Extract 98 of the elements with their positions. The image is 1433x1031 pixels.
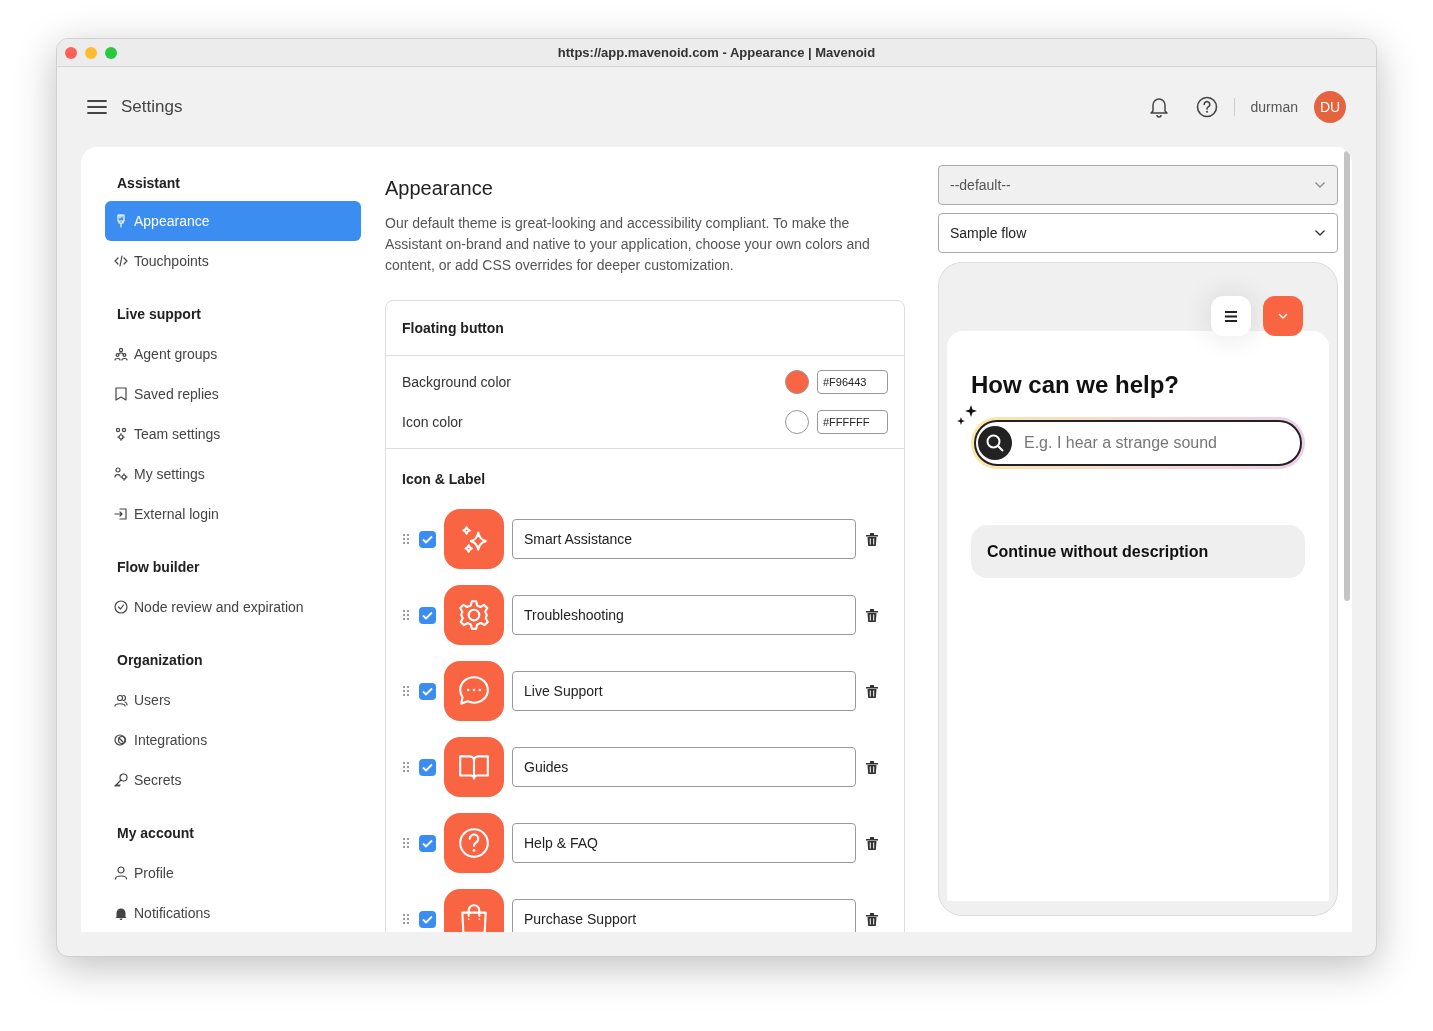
label-field[interactable]: Help & FAQ bbox=[512, 823, 856, 863]
sidebar-item[interactable]: Saved replies bbox=[105, 374, 361, 414]
icon-tile[interactable] bbox=[444, 737, 504, 797]
group-icon bbox=[114, 347, 128, 361]
brush-icon bbox=[114, 214, 128, 228]
menu-button[interactable] bbox=[1211, 296, 1251, 336]
sidebar-item[interactable]: Node review and expiration bbox=[105, 587, 361, 627]
check-icon bbox=[114, 600, 128, 614]
bell-icon[interactable] bbox=[1148, 96, 1169, 118]
question-icon bbox=[457, 826, 491, 860]
menu-icon[interactable] bbox=[87, 99, 107, 115]
zoom-button[interactable] bbox=[105, 46, 117, 59]
sidebar-item[interactable]: Notifications bbox=[105, 893, 361, 932]
label-field[interactable]: Live Support bbox=[512, 671, 856, 711]
color-swatch[interactable] bbox=[785, 370, 809, 394]
continue-button[interactable]: Continue without description bbox=[971, 525, 1305, 578]
checkmark-icon bbox=[422, 610, 433, 620]
description: Our default theme is great-looking and accessibility compliant. To make the Assistant on-brand and native to your application, choose your own colors and content, or add CSS overrides for deeper customization. bbox=[385, 214, 871, 275]
sidebar-item[interactable]: Users bbox=[105, 680, 361, 720]
chevron-down-icon bbox=[1314, 229, 1326, 237]
checkmark-icon bbox=[422, 914, 433, 924]
label-field[interactable]: Purchase Support bbox=[512, 899, 856, 932]
drag-handle-icon[interactable] bbox=[402, 533, 410, 545]
sidebar-item[interactable]: My settings bbox=[105, 454, 361, 494]
sidebar-item[interactable]: Touchpoints bbox=[105, 241, 361, 281]
label-field[interactable]: Guides bbox=[512, 747, 856, 787]
icon-tile[interactable] bbox=[444, 585, 504, 645]
chat-icon bbox=[457, 674, 491, 708]
sidebar-item[interactable]: External login bbox=[105, 494, 361, 534]
users-icon bbox=[114, 693, 128, 707]
sidebar-heading: Live support bbox=[116, 304, 202, 324]
checkbox[interactable] bbox=[419, 606, 436, 624]
color-label: Background color bbox=[402, 372, 512, 392]
login-icon bbox=[114, 507, 128, 521]
page-title: Settings bbox=[121, 96, 183, 119]
checkbox[interactable] bbox=[419, 910, 436, 928]
checkbox[interactable] bbox=[419, 530, 436, 548]
hex-field[interactable]: #F96443 bbox=[817, 370, 888, 394]
gear-icon bbox=[457, 598, 491, 632]
sidebar-item[interactable]: Secrets bbox=[105, 760, 361, 800]
sidebar-heading: Flow builder bbox=[116, 557, 201, 577]
help-icon[interactable] bbox=[1195, 96, 1218, 118]
icon-tile[interactable] bbox=[444, 889, 504, 932]
user-icon bbox=[114, 866, 128, 880]
sidebar-item[interactable]: Team settings bbox=[105, 414, 361, 454]
drag-handle-icon[interactable] bbox=[402, 837, 410, 849]
checkmark-icon bbox=[422, 838, 433, 848]
checkmark-icon bbox=[422, 686, 433, 696]
icon-tile[interactable] bbox=[444, 813, 504, 873]
usergear-icon bbox=[114, 467, 128, 481]
chevron-down-icon bbox=[1277, 312, 1289, 320]
menu-icon bbox=[1225, 310, 1237, 322]
section-title: Appearance bbox=[385, 176, 494, 201]
bookmark-icon bbox=[114, 387, 128, 401]
trash-icon[interactable] bbox=[866, 836, 878, 850]
key-icon bbox=[114, 773, 128, 787]
label-field[interactable]: Smart Assistance bbox=[512, 519, 856, 559]
assistant-heading: How can we help? bbox=[971, 370, 1181, 400]
team-icon bbox=[114, 427, 128, 441]
dropdown[interactable]: Sample flow bbox=[938, 213, 1338, 253]
label-field[interactable]: Troubleshooting bbox=[512, 595, 856, 635]
trash-icon[interactable] bbox=[866, 608, 878, 622]
color-swatch[interactable] bbox=[785, 410, 809, 434]
sidebar-item[interactable]: Integrations bbox=[105, 720, 361, 760]
checkmark-icon bbox=[422, 534, 433, 544]
icon-tile[interactable] bbox=[444, 509, 504, 569]
collapse-button[interactable] bbox=[1263, 296, 1303, 336]
checkbox[interactable] bbox=[419, 682, 436, 700]
icon-tile[interactable] bbox=[444, 661, 504, 721]
hex-field[interactable]: #FFFFFF bbox=[817, 410, 888, 434]
drag-handle-icon[interactable] bbox=[402, 761, 410, 773]
close-button[interactable] bbox=[65, 46, 77, 59]
sidebar-heading: My account bbox=[116, 823, 195, 843]
panel-heading: Floating button bbox=[402, 318, 504, 338]
username: durman bbox=[1250, 97, 1298, 117]
panel-heading: Icon & Label bbox=[402, 471, 486, 487]
bell-icon bbox=[114, 906, 128, 920]
checkmark-icon bbox=[422, 762, 433, 772]
sidebar-item[interactable]: Profile bbox=[105, 853, 361, 893]
drag-handle-icon[interactable] bbox=[402, 913, 410, 925]
code-icon bbox=[114, 254, 128, 268]
drag-handle-icon[interactable] bbox=[402, 609, 410, 621]
search-field[interactable]: E.g. I hear a strange sound bbox=[974, 420, 1302, 466]
drag-handle-icon[interactable] bbox=[402, 685, 410, 697]
sidebar-heading: Assistant bbox=[116, 173, 182, 193]
chevron-down-icon bbox=[1314, 181, 1326, 189]
checkbox[interactable] bbox=[419, 758, 436, 776]
sidebar-item[interactable]: Agent groups bbox=[105, 334, 361, 374]
trash-icon[interactable] bbox=[866, 684, 878, 698]
trash-icon[interactable] bbox=[866, 912, 878, 926]
trash-icon[interactable] bbox=[866, 532, 878, 546]
color-label: Icon color bbox=[402, 412, 464, 432]
window-title: https://app.mavenoid.com - Appearance | Mavenoid bbox=[557, 43, 876, 62]
rings-icon bbox=[114, 733, 128, 747]
checkbox[interactable] bbox=[419, 834, 436, 852]
sidebar-heading: Organization bbox=[116, 650, 204, 670]
trash-icon[interactable] bbox=[866, 760, 878, 774]
search-icon bbox=[986, 434, 1004, 452]
